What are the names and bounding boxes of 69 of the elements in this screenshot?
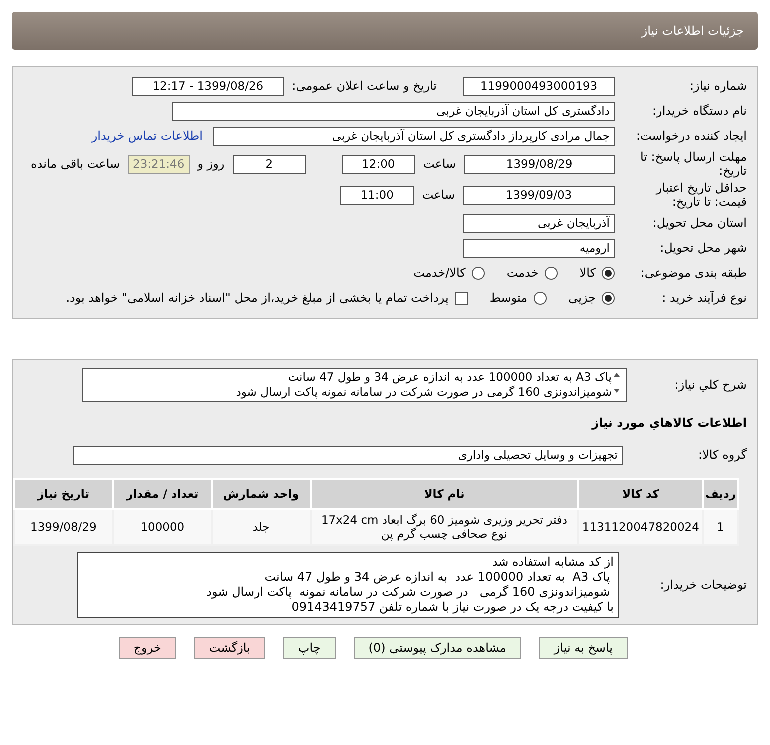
page-title: جزئیات اطلاعات نیاز [642, 24, 744, 38]
goods-group-field[interactable]: تجهیزات و وسایل تحصیلی واداری [73, 446, 623, 464]
field-label: مهلت ارسال پاسخ: تا تاریخ: [639, 150, 748, 178]
note-line: از کد مشابه استفاده شد [491, 555, 614, 570]
field-label: گروه کالا: [698, 448, 748, 462]
contact-link[interactable]: اطلاعات تماس خریدار [92, 129, 203, 143]
field-label: شرح كلي نياز: [674, 378, 748, 392]
time-field[interactable]: 11:00 [340, 186, 414, 204]
field-label: نام دستگاه خریدار: [652, 104, 748, 118]
countdown-field: 23:21:46 [128, 154, 190, 174]
field-label: تاریخ و ساعت اعلان عمومی: [292, 79, 437, 93]
field-label: شهر محل تحویل: [659, 241, 748, 255]
description-field[interactable]: پاک A3 به تعداد 100000 عدد به اندازه عرض 34 و طول 47 سانت شومیزاندونزی 160 گرمی در صورت شرکت در سامانه نمونه پاکت ارسال شود [82, 368, 627, 402]
column-header: کد کالا [578, 479, 704, 509]
radio-button[interactable] [602, 266, 615, 280]
column-header: تاریخ نیاز [14, 479, 114, 509]
field-label: نوع فرآیند خرید : [661, 291, 748, 305]
table-cell: دفتر تحریر وزیری شومیز 60 برگ ابعاد 17x24 cm نوع صحافی چسب گرم پن [310, 509, 578, 545]
field-label: طبقه بندی موضوعی: [640, 266, 748, 280]
column-header: تعداد / مقدار [113, 479, 212, 509]
province-field[interactable]: آذربایجان غربی [463, 214, 615, 232]
section-title: اطلاعات كالاهاي مورد نياز [590, 416, 747, 430]
option-label: کالا/خدمت [414, 266, 466, 280]
requester-field[interactable]: جمال مرادی کارپرداز دادگستری کل استان آذربایجان غربی [213, 126, 615, 146]
option-label: جزیی [568, 291, 596, 305]
need-number-field[interactable]: 1199000493000193 [463, 76, 615, 96]
field-label: ساعت [422, 188, 455, 202]
column-header: نام کالا [310, 479, 578, 509]
option-label: متوسط [490, 291, 528, 305]
radio-button[interactable] [472, 266, 485, 280]
field-label: ایجاد کننده درخواست: [635, 129, 748, 143]
date-field[interactable]: 1399/09/03 [463, 186, 615, 204]
table-cell: 1399/08/29 [14, 509, 114, 545]
city-field[interactable]: ارومیه [463, 238, 615, 258]
field-label: استان محل تحویل: [652, 216, 748, 230]
action-button[interactable]: خروج [118, 637, 176, 659]
action-button[interactable]: پاسخ به نیاز [539, 637, 628, 659]
column-header: واحد شمارش [212, 479, 311, 509]
field-label: حداقل تاریخ اعتبار قیمت: تا تاریخ: [654, 181, 748, 209]
announce-date-field[interactable]: 1399/08/26 - 12:17 [132, 76, 284, 96]
note-line: پاک A3 به تعداد 100000 عدد به اندازه عرض 34 و طول 47 سانت [264, 570, 612, 585]
table-cell: 1131120047820024 [578, 509, 704, 545]
radio-button[interactable] [602, 292, 615, 304]
description-line: پاک A3 به تعداد 100000 عدد به اندازه عرض 34 و طول 47 سانت [287, 370, 612, 385]
table-cell: 1 [703, 509, 738, 545]
time-field[interactable]: 12:00 [342, 154, 416, 174]
column-header: ردیف [703, 479, 738, 509]
option-label: پرداخت تمام یا بخشی از مبلغ خرید،از محل "اسناد خزانه اسلامی" خواهد بود. [66, 291, 449, 305]
table-cell: 100000 [113, 509, 212, 545]
field-label: ساعت [423, 157, 456, 171]
days-field[interactable]: 2 [232, 154, 306, 174]
buyer-org-field[interactable]: دادگستری کل استان آذربایجان غربی [172, 102, 615, 120]
option-label: خدمت [506, 266, 539, 280]
field-label: روز و [198, 157, 225, 171]
action-button[interactable]: مشاهده مدارک پیوستی (0) [354, 637, 522, 659]
option-label: کالا [580, 266, 596, 280]
note-line: شومیزاندونزی 160 گرمی در صورت شرکت در سامانه نمونه پاکت ارسال شود [206, 585, 612, 600]
field-label: ساعت باقی مانده [31, 157, 120, 171]
checkbox[interactable] [454, 292, 468, 304]
table-cell: جلد [212, 509, 311, 545]
radio-button[interactable] [534, 292, 547, 304]
field-label: شماره نیاز: [689, 79, 748, 93]
action-button[interactable]: چاپ [283, 637, 336, 659]
note-line: با کیفیت درجه یک در صورت نیاز با شماره تلفن 09143419757 [290, 600, 614, 615]
field-label: توضیحات خریدار: [659, 578, 748, 592]
radio-button[interactable] [544, 266, 558, 280]
action-button[interactable]: بازگشت [194, 637, 266, 659]
date-field[interactable]: 1399/08/29 [464, 154, 615, 174]
description-line: شومیزاندونزی 160 گرمی در صورت شرکت در سامانه نمونه پاکت ارسال شود [235, 385, 612, 400]
